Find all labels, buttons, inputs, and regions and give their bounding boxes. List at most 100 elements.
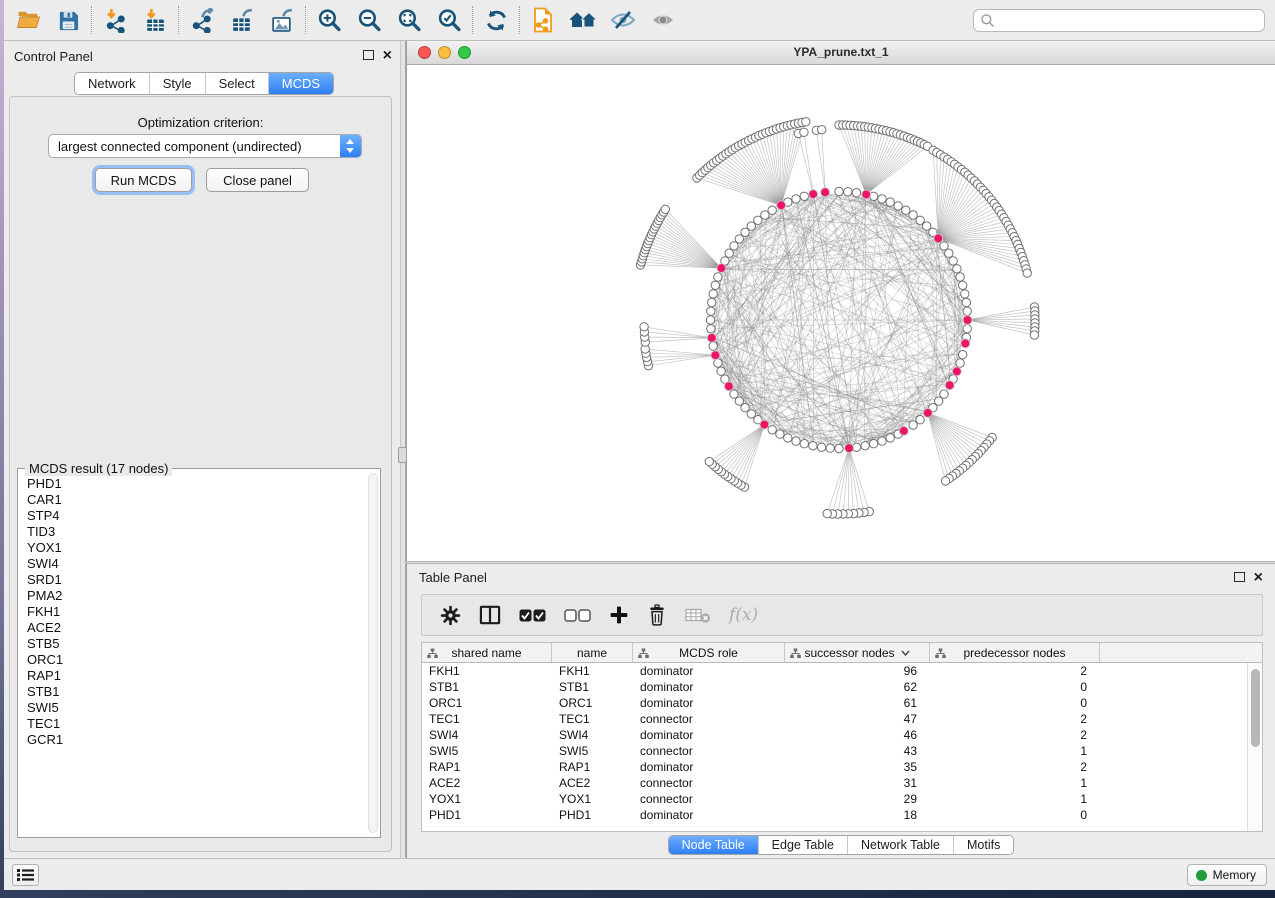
graph-node[interactable]: [707, 325, 715, 333]
table-cell[interactable]: dominator: [633, 759, 785, 775]
criterion-dropdown[interactable]: largest connected component (undirected): [48, 134, 362, 158]
table-cell[interactable]: dominator: [633, 807, 785, 823]
graph-hub-node[interactable]: [760, 420, 769, 429]
graph-node[interactable]: [730, 390, 738, 398]
zoom-in-button[interactable]: [309, 4, 349, 36]
graph-node[interactable]: [784, 434, 792, 442]
graph-node[interactable]: [963, 307, 971, 315]
table-cell[interactable]: dominator: [633, 695, 785, 711]
table-cell[interactable]: 0: [930, 695, 1100, 711]
graph-node[interactable]: [909, 421, 917, 429]
table-cell[interactable]: FKH1: [552, 663, 633, 679]
table-cell[interactable]: PHD1: [422, 807, 552, 823]
table-tab-motifs[interactable]: Motifs: [953, 836, 1013, 854]
table-cell[interactable]: SWI4: [552, 727, 633, 743]
graph-node[interactable]: [768, 206, 776, 214]
hide-selected-button[interactable]: [603, 4, 643, 36]
tab-select[interactable]: Select: [205, 73, 268, 94]
mcds-result-item[interactable]: GCR1: [19, 732, 366, 748]
graph-node[interactable]: [941, 477, 949, 485]
export-image-button[interactable]: [262, 4, 302, 36]
graph-node[interactable]: [949, 257, 957, 265]
mcds-result-item[interactable]: STB1: [19, 684, 366, 700]
graph-node[interactable]: [711, 281, 719, 289]
graph-node[interactable]: [959, 281, 967, 289]
table-cell[interactable]: ACE2: [552, 775, 633, 791]
table-cell[interactable]: dominator: [633, 727, 785, 743]
table-cell[interactable]: SWI5: [552, 743, 633, 759]
table-cell[interactable]: connector: [633, 791, 785, 807]
zoom-selected-button[interactable]: [429, 4, 469, 36]
table-row[interactable]: ACE2ACE2connector311: [422, 775, 1247, 791]
table-cell[interactable]: 43: [785, 743, 930, 759]
graph-node[interactable]: [809, 442, 817, 450]
table-cell[interactable]: FKH1: [422, 663, 552, 679]
table-cell[interactable]: RAP1: [552, 759, 633, 775]
graph-node[interactable]: [768, 426, 776, 434]
graph-node[interactable]: [708, 298, 716, 306]
table-tab-node-table[interactable]: Node Table: [669, 836, 758, 854]
graph-node[interactable]: [852, 189, 860, 197]
graph-hub-node[interactable]: [923, 408, 932, 417]
graph-node[interactable]: [826, 444, 834, 452]
table-cell[interactable]: 46: [785, 727, 930, 743]
graph-node[interactable]: [886, 434, 894, 442]
open-file-button[interactable]: [8, 4, 48, 36]
graph-node[interactable]: [800, 440, 808, 448]
graph-hub-node[interactable]: [717, 264, 726, 273]
graph-node[interactable]: [963, 325, 971, 333]
float-panel-button[interactable]: [363, 50, 374, 60]
graph-node[interactable]: [870, 440, 878, 448]
table-scrollbar[interactable]: [1247, 663, 1262, 831]
delete-column-button[interactable]: [647, 604, 667, 626]
table-scrollbar-thumb[interactable]: [1251, 669, 1260, 747]
table-tab-edge-table[interactable]: Edge Table: [758, 836, 847, 854]
split-panel-button[interactable]: [479, 605, 501, 625]
graph-node[interactable]: [894, 202, 902, 210]
graph-node[interactable]: [802, 118, 810, 126]
table-cell[interactable]: 2: [930, 711, 1100, 727]
table-cell[interactable]: SWI5: [422, 743, 552, 759]
table-cell[interactable]: 62: [785, 679, 930, 695]
table-cell[interactable]: 1: [930, 743, 1100, 759]
graph-node[interactable]: [959, 351, 967, 359]
table-row[interactable]: TEC1TEC1connector472: [422, 711, 1247, 727]
graph-node[interactable]: [725, 249, 733, 257]
graph-node[interactable]: [956, 359, 964, 367]
deselect-all-button[interactable]: [564, 609, 591, 622]
mcds-result-item[interactable]: PHD1: [19, 476, 366, 492]
task-history-button[interactable]: [12, 864, 39, 886]
graph-node[interactable]: [945, 249, 953, 257]
graph-node[interactable]: [886, 198, 894, 206]
table-cell[interactable]: 18: [785, 807, 930, 823]
mcds-result-item[interactable]: TID3: [19, 524, 366, 540]
graph-hub-node[interactable]: [777, 201, 786, 210]
tab-mcds[interactable]: MCDS: [268, 73, 333, 94]
table-cell[interactable]: 35: [785, 759, 930, 775]
graph-hub-node[interactable]: [821, 188, 830, 197]
graph-node[interactable]: [844, 188, 852, 196]
network-title-bar[interactable]: YPA_prune.txt_1: [407, 41, 1275, 65]
table-cell[interactable]: 29: [785, 791, 930, 807]
table-row[interactable]: SWI5SWI5connector431: [422, 743, 1247, 759]
graph-hub-node[interactable]: [961, 339, 970, 348]
table-cell[interactable]: 2: [930, 727, 1100, 743]
save-session-button[interactable]: [48, 4, 88, 36]
close-table-panel-button[interactable]: ×: [1254, 572, 1263, 584]
mcds-result-item[interactable]: SWI4: [19, 556, 366, 572]
table-row[interactable]: STB1STB1dominator620: [422, 679, 1247, 695]
first-neighbors-button[interactable]: [563, 4, 603, 36]
refresh-layout-button[interactable]: [476, 4, 516, 36]
graph-node[interactable]: [761, 211, 769, 219]
delete-table-button[interactable]: [685, 607, 711, 624]
graph-hub-node[interactable]: [845, 444, 854, 453]
graph-hub-node[interactable]: [963, 316, 972, 325]
column-header-successor-nodes[interactable]: successor nodes: [785, 643, 930, 662]
select-all-button[interactable]: [519, 609, 546, 622]
table-cell[interactable]: 61: [785, 695, 930, 711]
export-table-button[interactable]: [222, 4, 262, 36]
graph-hub-node[interactable]: [945, 381, 954, 390]
graph-node[interactable]: [940, 242, 948, 250]
zoom-out-button[interactable]: [349, 4, 389, 36]
mcds-result-item[interactable]: CAR1: [19, 492, 366, 508]
